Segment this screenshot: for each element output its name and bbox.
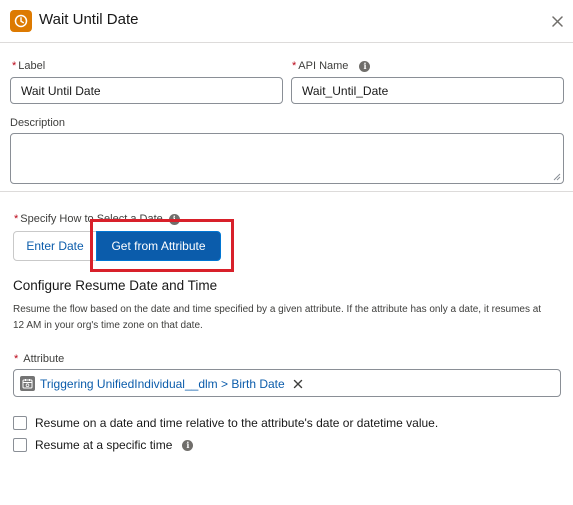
api-name-field-label: * API Name i (292, 60, 371, 72)
calendar-icon (20, 376, 35, 391)
description-label: Description (10, 117, 66, 129)
attribute-pill[interactable]: Triggering UnifiedIndividual__dlm > Birt… (18, 373, 308, 394)
remove-pill-button[interactable] (292, 378, 304, 390)
label-field-label: * Label (12, 60, 45, 72)
info-icon[interactable]: i (359, 60, 371, 72)
attribute-lookup-input[interactable]: Triggering UnifiedIndividual__dlm > Birt… (13, 369, 561, 397)
resize-grip-icon[interactable] (553, 173, 561, 181)
resume-specific-time-option[interactable]: Resume at a specific time i (13, 438, 194, 452)
required-marker: * (12, 60, 17, 72)
resume-specific-time-label: Resume at a specific time (35, 438, 173, 452)
modal-title: Wait Until Date (39, 11, 139, 28)
clock-icon (10, 10, 32, 32)
label-input-value: Wait Until Date (21, 83, 101, 98)
highlight-annotation (90, 219, 234, 272)
resume-relative-option[interactable]: Resume on a date and time relative to th… (13, 416, 438, 430)
attribute-field-label: * Attribute (14, 353, 64, 365)
required-marker: * (292, 60, 297, 72)
attribute-text: Attribute (23, 353, 65, 365)
description-textarea[interactable] (10, 133, 564, 184)
close-icon (551, 15, 563, 27)
label-text: Label (18, 60, 46, 72)
resume-relative-label: Resume on a date and time relative to th… (35, 416, 439, 430)
close-button[interactable] (548, 12, 566, 30)
api-name-text: API Name (298, 60, 349, 72)
resume-section-title: Configure Resume Date and Time (13, 278, 218, 293)
enter-date-button[interactable]: Enter Date (13, 231, 97, 261)
resume-help-text: Resume the flow based on the date and ti… (13, 304, 542, 331)
attribute-pill-label: Triggering UnifiedIndividual__dlm > Birt… (40, 376, 285, 391)
api-name-input-value: Wait_Until_Date (302, 83, 389, 98)
resume-specific-time-checkbox[interactable] (13, 438, 27, 452)
modal-header: Wait Until Date (0, 0, 573, 43)
info-icon[interactable]: i (182, 439, 194, 451)
close-icon (293, 379, 302, 388)
required-marker: * (14, 213, 19, 225)
section-divider (0, 191, 573, 192)
label-input[interactable]: Wait Until Date (10, 77, 283, 104)
required-marker: * (14, 353, 19, 365)
resume-relative-checkbox[interactable] (13, 416, 27, 430)
api-name-input[interactable]: Wait_Until_Date (291, 77, 564, 104)
